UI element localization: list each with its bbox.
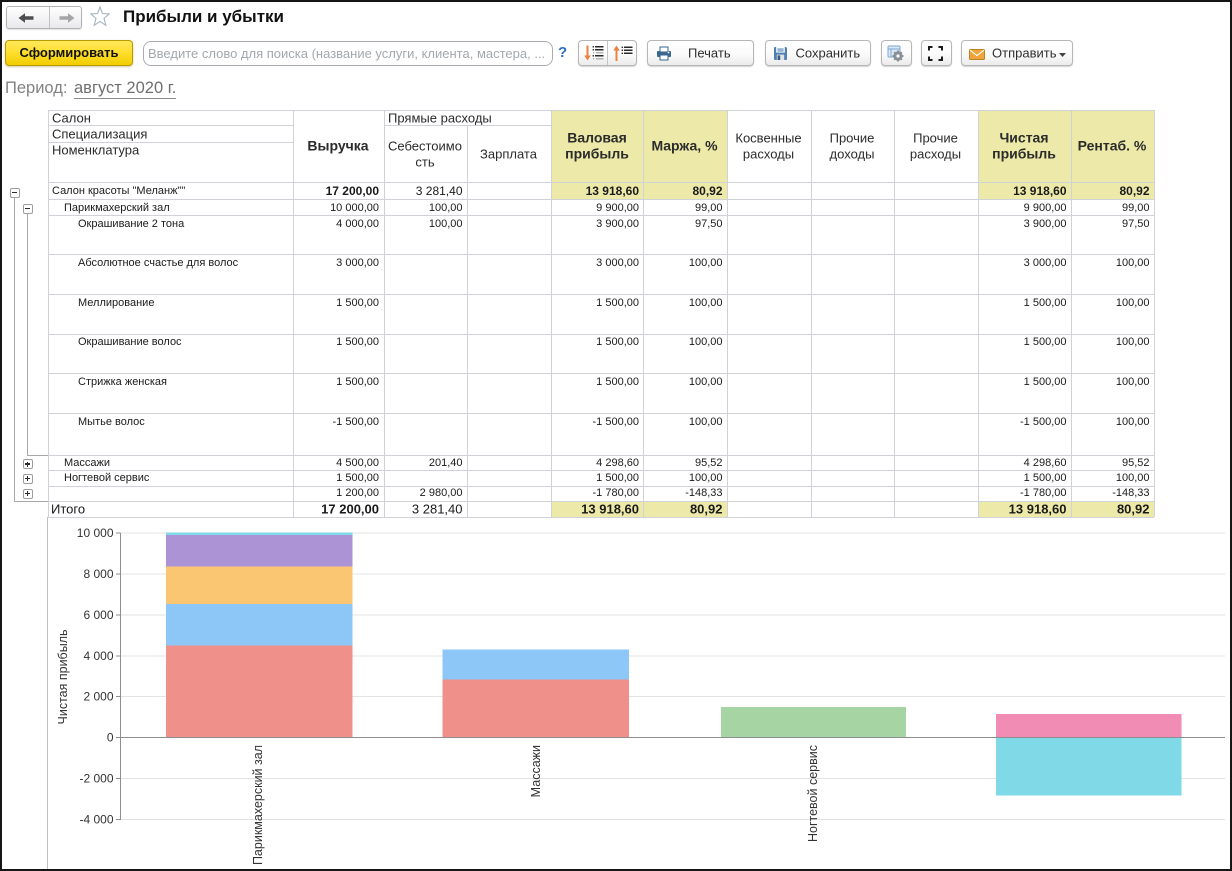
svg-text:0: 0 (107, 731, 114, 745)
svg-text:8 000: 8 000 (83, 567, 113, 581)
svg-text:4 000: 4 000 (83, 649, 113, 663)
svg-text:Парикмахерский зал: Парикмахерский зал (251, 745, 265, 865)
svg-text:Чистая прибыль: Чистая прибыль (56, 630, 70, 725)
svg-text:-2 000: -2 000 (79, 772, 113, 786)
svg-text:2 000: 2 000 (83, 690, 113, 704)
svg-text:-4 000: -4 000 (79, 813, 113, 827)
svg-text:10 000: 10 000 (77, 526, 114, 540)
svg-text:Ногтевой сервис: Ногтевой сервис (806, 745, 820, 842)
svg-text:6 000: 6 000 (83, 608, 113, 622)
svg-text:Массажи: Массажи (529, 745, 543, 797)
